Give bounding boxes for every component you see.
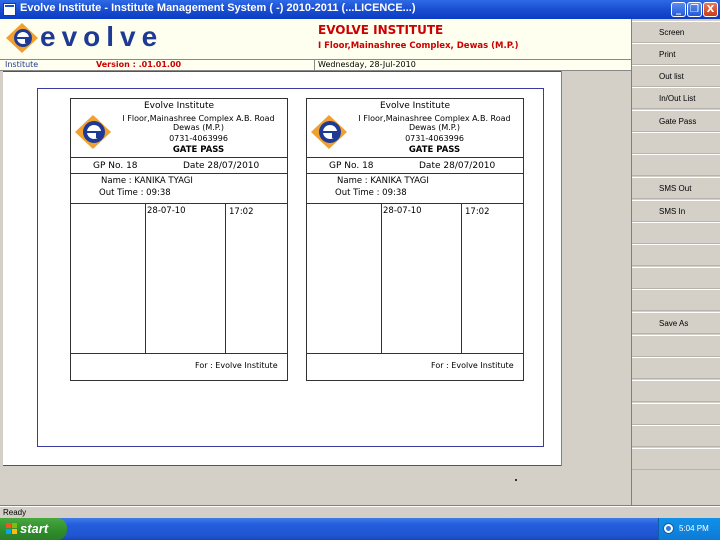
window-title: Evolve Institute - Institute Management … <box>20 2 416 14</box>
column-divider <box>145 203 146 353</box>
blank-button[interactable] <box>632 154 720 176</box>
divider <box>307 203 523 204</box>
pass-phone: 0731-4063996 <box>405 134 464 143</box>
version-label: Version : .01.01.00 <box>96 60 182 69</box>
out-list-button[interactable]: Out list <box>632 65 720 87</box>
pass-heading: GATE PASS <box>408 145 461 155</box>
institute-name: EVOLVE INSTITUTE <box>318 23 444 37</box>
print-button[interactable]: Print <box>632 43 720 65</box>
pass-row-time: 17:02 <box>229 207 254 217</box>
institute-label: Institute <box>5 60 39 69</box>
pass-row-time: 17:02 <box>465 207 490 217</box>
divider <box>307 157 523 158</box>
pass-student-name: Name : KANIKA TYAGI <box>337 176 429 186</box>
institute-address: I Floor,Mainashree Complex, Dewas (M.P.) <box>318 41 519 51</box>
evolve-logo-icon <box>75 115 111 149</box>
blank-button[interactable] <box>632 380 720 402</box>
title-bar: Evolve Institute - Institute Management … <box>0 0 720 19</box>
pass-institute: Evolve Institute <box>143 101 215 111</box>
divider <box>307 173 523 174</box>
gate-pass-card: Evolve Institute I Floor,Mainashree Comp… <box>70 98 288 381</box>
pass-student-name: Name : KANIKA TYAGI <box>101 176 193 186</box>
screen-button[interactable]: Screen <box>632 21 720 43</box>
start-label: start <box>20 521 49 536</box>
column-divider <box>225 203 226 353</box>
viewer-margin <box>561 71 631 466</box>
pass-address-line2: Dewas (M.P.) <box>408 123 461 132</box>
pass-address-line2: Dewas (M.P.) <box>172 123 225 132</box>
blank-button[interactable] <box>632 425 720 447</box>
blank-button[interactable] <box>632 267 720 289</box>
pass-heading: GATE PASS <box>172 145 225 155</box>
pass-gp-number: GP No. 18 <box>329 161 374 171</box>
restore-button[interactable]: ❐ <box>687 2 702 17</box>
blank-button[interactable] <box>632 244 720 266</box>
blank-button[interactable] <box>632 132 720 154</box>
evolve-logo-icon <box>6 23 38 53</box>
pass-phone: 0731-4063996 <box>169 134 228 143</box>
pass-date: Date 28/07/2010 <box>419 161 496 171</box>
pass-date: Date 28/07/2010 <box>183 161 260 171</box>
blank-button[interactable] <box>632 289 720 311</box>
blank-button[interactable] <box>632 448 720 470</box>
current-date: Wednesday, 28-Jul-2010 <box>318 60 416 69</box>
blank-button[interactable] <box>632 403 720 425</box>
pass-out-time: Out Time : 09:38 <box>335 188 407 198</box>
gate-pass-button[interactable]: Gate Pass <box>632 110 720 132</box>
column-divider <box>461 203 462 353</box>
pass-footer: For : Evolve Institute <box>195 361 278 370</box>
save-as-button[interactable]: Save As <box>632 312 720 334</box>
status-bar: Ready <box>0 506 720 518</box>
divider <box>71 353 287 354</box>
page-marker <box>515 479 517 481</box>
pass-gp-number: GP No. 18 <box>93 161 138 171</box>
status-text: Ready <box>3 508 27 517</box>
pass-out-time: Out Time : 09:38 <box>99 188 171 198</box>
system-tray: 5:04 PM <box>658 518 720 540</box>
pass-address-line1: I Floor,Mainashree Complex A.B. Road <box>122 114 275 123</box>
close-button[interactable]: X <box>703 2 718 17</box>
pass-row-date: 28-07-10 <box>147 206 186 216</box>
divider <box>307 353 523 354</box>
gate-pass-card: Evolve Institute I Floor,Mainashree Comp… <box>306 98 524 381</box>
taskbar-clock[interactable]: 5:04 PM <box>679 518 709 540</box>
app-header: evolve EVOLVE INSTITUTE I Floor,Mainashr… <box>0 19 631 60</box>
pass-footer: For : Evolve Institute <box>431 361 514 370</box>
evolve-logo-icon <box>311 115 347 149</box>
info-bar: Institute Version : .01.01.00 Wednesday,… <box>0 60 631 71</box>
divider <box>71 203 287 204</box>
divider <box>71 173 287 174</box>
sms-out-button[interactable]: SMS Out <box>632 177 720 199</box>
sms-in-button[interactable]: SMS In <box>632 200 720 222</box>
logo-wordmark: evolve <box>40 21 164 52</box>
blank-button[interactable] <box>632 357 720 379</box>
windows-flag-icon <box>6 523 17 534</box>
divider <box>71 157 287 158</box>
start-button[interactable]: start <box>0 518 67 540</box>
pass-institute: Evolve Institute <box>379 101 451 111</box>
network-tray-icon[interactable] <box>663 523 674 534</box>
side-toolbar: Screen Print Out list In/Out List Gate P… <box>631 19 720 508</box>
taskbar: start 5:04 PM <box>0 518 720 540</box>
blank-button[interactable] <box>632 335 720 357</box>
minimize-button[interactable]: _ <box>671 2 686 17</box>
app-icon[interactable] <box>3 3 16 16</box>
pass-row-date: 28-07-10 <box>383 206 422 216</box>
blank-button[interactable] <box>632 222 720 244</box>
info-divider <box>314 60 315 71</box>
in-out-list-button[interactable]: In/Out List <box>632 87 720 109</box>
pass-address-line1: I Floor,Mainashree Complex A.B. Road <box>358 114 511 123</box>
column-divider <box>381 203 382 353</box>
